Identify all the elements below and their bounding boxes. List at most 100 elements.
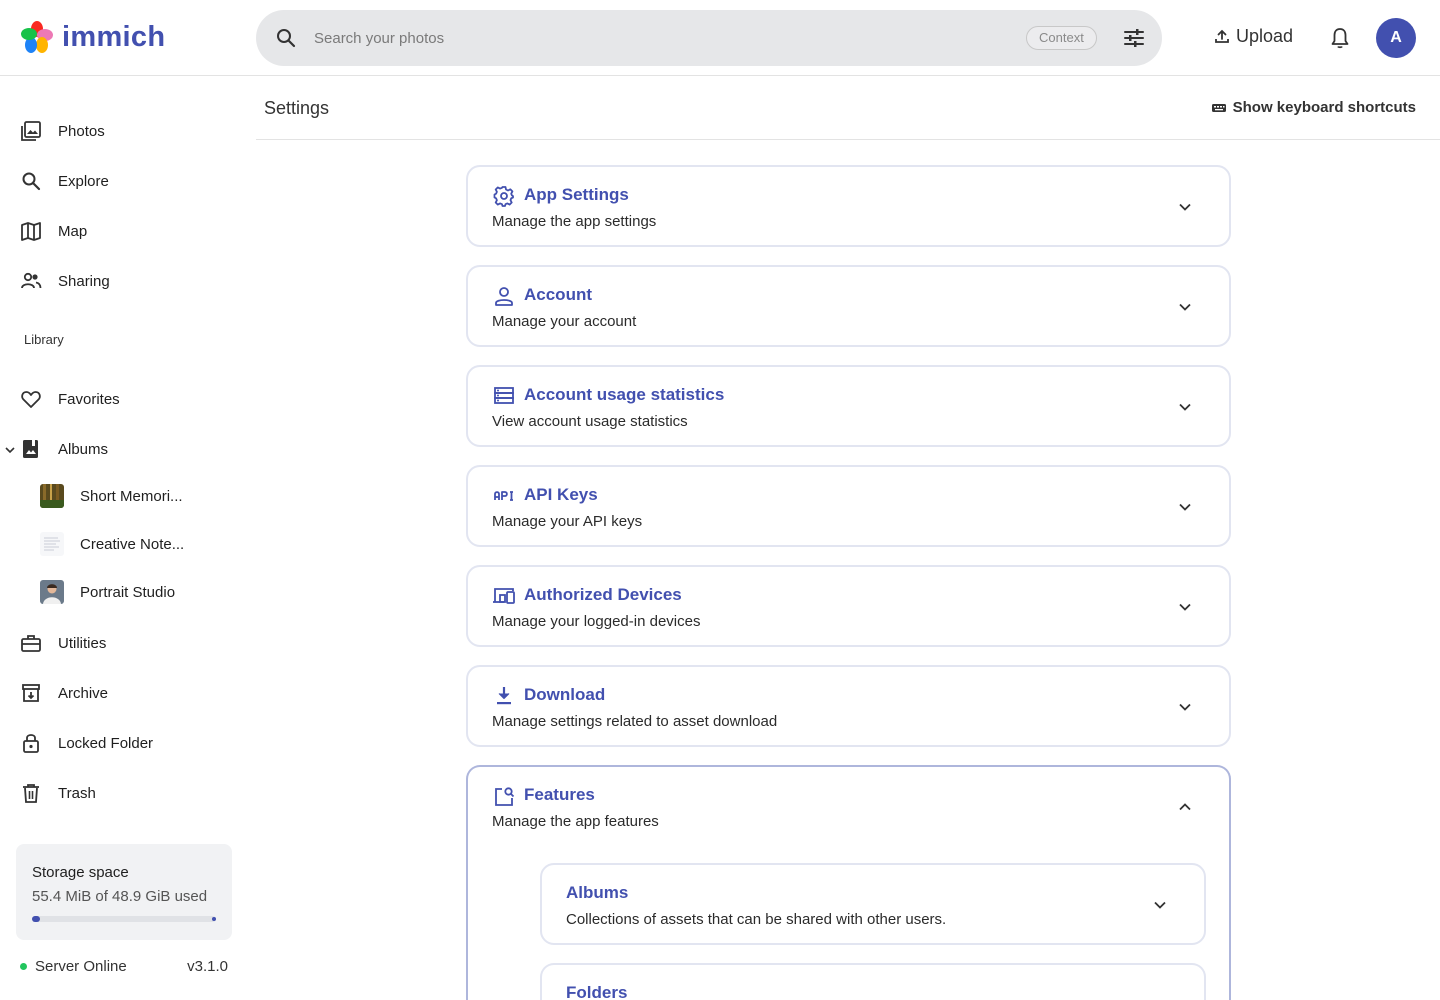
chevron-down-icon[interactable] <box>1177 399 1193 415</box>
settings-section-account[interactable]: Account Manage your account <box>466 265 1231 347</box>
subsection-description: Collections of assets that can be shared… <box>566 911 947 928</box>
section-description: Manage settings related to asset downloa… <box>492 713 778 730</box>
server-icon <box>492 385 516 407</box>
server-version[interactable]: v3.1.0 <box>187 958 228 975</box>
settings-section-api-keys[interactable]: API Keys Manage your API keys <box>466 465 1231 547</box>
sidebar-item-label: Locked Folder <box>58 734 154 752</box>
album-thumbnail <box>40 484 64 508</box>
section-title: Authorized Devices <box>524 585 682 604</box>
features-icon <box>492 785 516 807</box>
sidebar-item-label: Sharing <box>58 272 110 290</box>
chevron-down-icon[interactable] <box>1152 897 1168 913</box>
sidebar-album-short-memories[interactable]: Short Memori... <box>40 483 183 509</box>
storage-usage: 55.4 MiB of 48.9 GiB used <box>32 888 208 905</box>
keyboard-icon <box>1211 103 1226 112</box>
storage-progress-bar <box>32 916 216 922</box>
search-icon[interactable] <box>274 26 298 50</box>
search-input[interactable] <box>314 10 1014 66</box>
map-icon <box>20 220 42 242</box>
lock-icon <box>20 732 42 754</box>
features-subsection-albums[interactable]: Albums Collections of assets that can be… <box>540 863 1206 945</box>
section-title: API Keys <box>524 485 598 504</box>
section-description: View account usage statistics <box>492 413 688 430</box>
sidebar-item-photos[interactable]: Photos <box>20 116 105 146</box>
section-title: App Settings <box>524 185 629 204</box>
user-avatar[interactable]: A <box>1376 18 1416 58</box>
chevron-down-icon[interactable] <box>1177 599 1193 615</box>
chevron-down-icon[interactable] <box>1177 199 1193 215</box>
notifications-bell-icon[interactable] <box>1328 26 1352 50</box>
top-bar: immich Context Upload A <box>0 0 1440 76</box>
album-thumbnail <box>40 532 64 556</box>
shortcuts-label: Show keyboard shortcuts <box>1232 99 1416 116</box>
sidebar-item-locked-folder[interactable]: Locked Folder <box>20 728 153 758</box>
context-search-button[interactable]: Context <box>1026 26 1097 50</box>
chevron-up-icon[interactable] <box>1177 799 1193 815</box>
sidebar-item-label: Archive <box>58 684 109 702</box>
user-icon <box>492 285 516 307</box>
section-description: Manage your account <box>492 313 637 330</box>
sidebar-item-label: Photos <box>58 122 105 140</box>
sidebar-item-map[interactable]: Map <box>20 216 87 246</box>
sidebar-item-label: Explore <box>58 172 109 190</box>
settings-section-authorized-devices[interactable]: Authorized Devices Manage your logged-in… <box>466 565 1231 647</box>
server-status: Server Online v3.1.0 <box>20 958 228 975</box>
section-description: Manage your logged-in devices <box>492 613 701 630</box>
toolbox-icon <box>20 632 42 654</box>
album-label: Portrait Studio <box>80 583 176 601</box>
search-icon <box>20 170 42 192</box>
sidebar-item-explore[interactable]: Explore <box>20 166 109 196</box>
show-keyboard-shortcuts-button[interactable]: Show keyboard shortcuts <box>1211 99 1416 116</box>
features-subsection-folders[interactable]: Folders <box>540 963 1206 1000</box>
chevron-down-icon[interactable] <box>1177 299 1193 315</box>
storage-space-panel: Storage space 55.4 MiB of 48.9 GiB used <box>16 844 232 940</box>
album-label: Creative Note... <box>80 535 185 553</box>
sidebar-item-label: Albums <box>58 440 109 458</box>
sidebar-item-label: Map <box>58 222 88 240</box>
album-icon <box>20 438 42 460</box>
app-name: immich <box>62 20 166 53</box>
sidebar-album-creative-notes[interactable]: Creative Note... <box>40 531 184 557</box>
section-description: Manage the app settings <box>492 213 657 230</box>
archive-icon <box>20 682 42 704</box>
subsection-title: Folders <box>566 983 628 1000</box>
subsection-title: Albums <box>566 883 629 902</box>
settings-section-download[interactable]: Download Manage settings related to asse… <box>466 665 1231 747</box>
section-title: Features <box>524 785 595 804</box>
sidebar-item-trash[interactable]: Trash <box>20 778 96 808</box>
albums-expand-chevron-icon[interactable] <box>4 444 16 456</box>
storage-title: Storage space <box>32 864 129 881</box>
photos-icon <box>20 120 42 142</box>
sidebar-album-portrait-studio[interactable]: Portrait Studio <box>40 579 175 605</box>
search-bar[interactable]: Context <box>256 10 1162 66</box>
sidebar-item-archive[interactable]: Archive <box>20 678 108 708</box>
immich-logo-icon <box>21 21 53 53</box>
settings-section-account-usage-statistics[interactable]: Account usage statistics View account us… <box>466 365 1231 447</box>
library-section-label: Library <box>24 332 64 347</box>
chevron-down-icon[interactable] <box>1177 499 1193 515</box>
settings-section-app-settings[interactable]: App Settings Manage the app settings <box>466 165 1231 247</box>
devices-icon <box>492 585 516 607</box>
settings-header: Settings Show keyboard shortcuts <box>256 76 1440 140</box>
search-options-icon[interactable] <box>1122 26 1146 50</box>
app-logo[interactable]: immich <box>20 20 165 54</box>
api-icon <box>492 485 516 507</box>
sidebar-item-favorites[interactable]: Favorites <box>20 384 120 414</box>
section-title: Account usage statistics <box>524 385 725 404</box>
chevron-down-icon[interactable] <box>1177 699 1193 715</box>
sidebar-item-sharing[interactable]: Sharing <box>20 266 110 296</box>
storage-progress-fill <box>32 916 40 922</box>
section-description: Manage your API keys <box>492 513 643 530</box>
sidebar-item-utilities[interactable]: Utilities <box>20 628 106 658</box>
album-thumbnail <box>40 580 64 604</box>
sidebar-item-albums[interactable]: Albums <box>20 434 108 464</box>
page-title: Settings <box>264 98 330 118</box>
section-title: Download <box>524 685 606 704</box>
upload-icon <box>1215 29 1229 43</box>
sidebar: Photos Explore Map Sharing Library Favor… <box>0 76 248 1000</box>
server-status-label: Server Online <box>35 958 127 975</box>
upload-label: Upload <box>1236 26 1294 46</box>
heart-icon <box>20 388 42 410</box>
upload-button[interactable]: Upload <box>1214 26 1293 47</box>
download-icon <box>492 685 516 707</box>
